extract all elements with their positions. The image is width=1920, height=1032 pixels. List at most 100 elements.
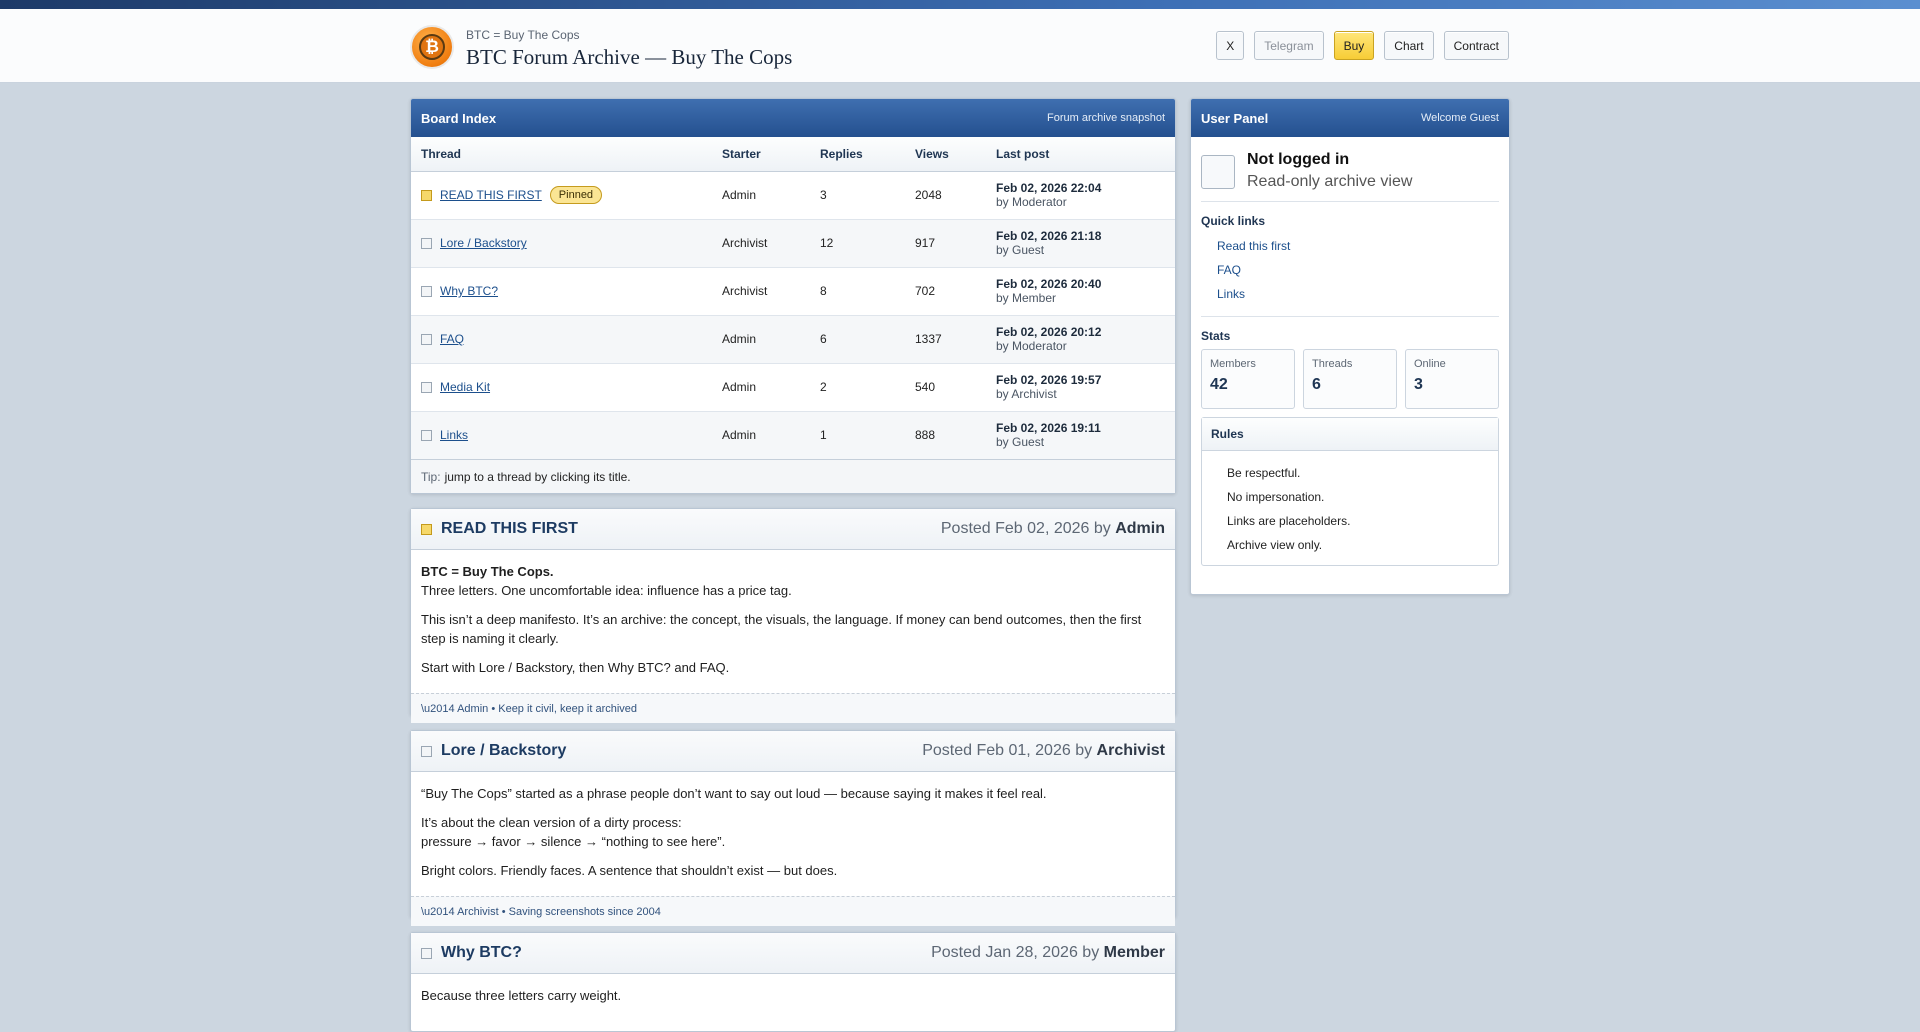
thread-link[interactable]: Links bbox=[440, 428, 468, 442]
thread-views: 540 bbox=[905, 363, 986, 412]
quick-link-links[interactable]: Links bbox=[1217, 287, 1245, 301]
post-author[interactable]: Member bbox=[1104, 944, 1165, 961]
thread-replies: 8 bbox=[810, 267, 905, 316]
telegram-button[interactable]: Telegram bbox=[1254, 31, 1324, 60]
rules-box: Rules Be respectful. No impersonation. L… bbox=[1201, 417, 1499, 566]
stat-value: 42 bbox=[1210, 376, 1228, 393]
col-thread: Thread bbox=[411, 137, 712, 172]
site-header: ₿ BTC = Buy The Cops BTC Forum Archive —… bbox=[0, 9, 1920, 83]
post-why-btc: Why BTC? Posted Jan 28, 2026 by Member B… bbox=[410, 932, 1176, 1032]
post-header: READ THIS FIRST Posted Feb 02, 2026 by A… bbox=[411, 509, 1175, 550]
stat-online: Online 3 bbox=[1405, 349, 1499, 409]
thread-link[interactable]: Why BTC? bbox=[440, 284, 498, 298]
last-post-author: by Moderator bbox=[996, 339, 1067, 353]
post-line: It’s about the clean version of a dirty … bbox=[421, 815, 682, 830]
thread-link[interactable]: READ THIS FIRST bbox=[440, 188, 542, 202]
thread-replies: 2 bbox=[810, 363, 905, 412]
board-index-panel: Board Index Forum archive snapshot Threa… bbox=[410, 98, 1176, 494]
post-meta: Posted Jan 28, 2026 by Member bbox=[931, 944, 1165, 962]
view-mode-text: Read-only archive view bbox=[1247, 173, 1413, 190]
rule-item: Be respectful. bbox=[1227, 466, 1301, 480]
post-paragraph: “Buy The Cops” started as a phrase peopl… bbox=[421, 786, 1047, 801]
post-paragraph: Start with Lore / Backstory, then Why BT… bbox=[421, 660, 730, 675]
last-post-author: by Moderator bbox=[996, 195, 1067, 209]
thread-link[interactable]: FAQ bbox=[440, 332, 464, 346]
quick-links-heading: Quick links bbox=[1201, 214, 1266, 228]
post-lore-backstory: Lore / Backstory Posted Feb 01, 2026 by … bbox=[410, 730, 1176, 926]
thread-icon bbox=[421, 381, 432, 393]
post-date: Posted Feb 02, 2026 by bbox=[940, 520, 1116, 537]
post-body: BTC = Buy The Cops. Three letters. One un… bbox=[411, 550, 1175, 693]
post-read-this-first: READ THIS FIRST Posted Feb 02, 2026 by A… bbox=[410, 508, 1176, 723]
last-post-date: Feb 02, 2026 20:40 bbox=[996, 277, 1102, 291]
post-title: Why BTC? bbox=[441, 944, 522, 961]
thread-icon bbox=[421, 285, 432, 297]
thread-replies: 1 bbox=[810, 411, 905, 459]
stats: Members 42 Threads 6 Online 3 bbox=[1201, 349, 1499, 409]
col-starter: Starter bbox=[712, 137, 810, 172]
buy-button[interactable]: Buy bbox=[1333, 31, 1375, 60]
login-status: Not logged in Read-only archive view bbox=[1201, 147, 1499, 202]
last-post-author: by Guest bbox=[996, 435, 1045, 450]
x-button[interactable]: X bbox=[1216, 31, 1245, 60]
thread-icon bbox=[421, 429, 432, 441]
post-paragraph: Bright colors. Friendly faces. A sentenc… bbox=[421, 863, 838, 878]
post-line: Three letters. One uncomfortable idea: i… bbox=[421, 583, 792, 598]
thread-starter: Admin bbox=[712, 315, 810, 364]
thread-link[interactable]: Lore / Backstory bbox=[440, 236, 527, 250]
last-post-date: Feb 02, 2026 22:04 bbox=[996, 181, 1102, 195]
pinned-thread-icon bbox=[421, 523, 432, 535]
avatar bbox=[1201, 155, 1235, 189]
table-row: READ THIS FIRST Pinned Admin 3 2048 Feb 0… bbox=[411, 171, 1175, 220]
post-paragraph: Because three letters carry weight. bbox=[421, 988, 622, 1003]
post-author[interactable]: Archivist bbox=[1097, 742, 1165, 759]
chart-button[interactable]: Chart bbox=[1384, 31, 1434, 60]
contract-button[interactable]: Contract bbox=[1443, 31, 1509, 60]
thread-starter: Admin bbox=[712, 171, 810, 220]
thread-icon bbox=[421, 237, 432, 249]
header-nav: X Telegram Buy Chart Contract bbox=[1216, 31, 1509, 60]
post-signature: \u2014 Admin • Keep it civil, keep it ar… bbox=[411, 693, 1175, 723]
stat-label: Threads bbox=[1312, 358, 1353, 370]
quick-link-read-this-first[interactable]: Read this first bbox=[1217, 239, 1290, 253]
thread-views: 888 bbox=[905, 411, 986, 459]
user-panel-title: User Panel bbox=[1201, 110, 1269, 126]
rule-item: Archive view only. bbox=[1227, 538, 1323, 552]
post-paragraph: This isn’t a deep manifesto. It’s an arc… bbox=[421, 612, 1142, 646]
post-title: Lore / Backstory bbox=[441, 742, 567, 759]
tip-text: jump to a thread by clicking its title. bbox=[444, 469, 631, 484]
post-lead: BTC = Buy The Cops. bbox=[421, 564, 554, 579]
board-index-title: Board Index bbox=[421, 110, 497, 126]
post-line: pressure → favor → silence → “nothing to… bbox=[421, 834, 726, 849]
rules-heading: Rules bbox=[1202, 418, 1498, 451]
board-index-note: Forum archive snapshot bbox=[1047, 112, 1165, 124]
stat-value: 3 bbox=[1414, 376, 1423, 393]
bitcoin-logo-icon[interactable]: ₿ bbox=[410, 25, 454, 69]
thread-replies: 6 bbox=[810, 315, 905, 364]
thread-table: Thread Starter Replies Views Last post R… bbox=[411, 137, 1175, 459]
site-title: BTC Forum Archive — Buy The Cops bbox=[466, 45, 793, 69]
thread-icon bbox=[421, 333, 432, 345]
thread-starter: Archivist bbox=[712, 267, 810, 316]
post-meta: Posted Feb 02, 2026 by Admin bbox=[941, 520, 1165, 538]
post-body: Because three letters carry weight. bbox=[411, 974, 1175, 1021]
pinned-badge: Pinned bbox=[549, 186, 603, 204]
stats-heading: Stats bbox=[1201, 329, 1231, 343]
thread-link[interactable]: Media Kit bbox=[440, 380, 490, 394]
stat-threads: Threads 6 bbox=[1303, 349, 1397, 409]
table-row: Media Kit Admin 2 540 Feb 02, 2026 19:57… bbox=[411, 363, 1175, 412]
quick-link-faq[interactable]: FAQ bbox=[1217, 263, 1241, 277]
table-row: Lore / Backstory Archivist 12 917 Feb 02… bbox=[411, 219, 1175, 268]
post-meta: Posted Feb 01, 2026 by Archivist bbox=[922, 742, 1165, 760]
last-post-date: Feb 02, 2026 19:57 bbox=[996, 373, 1102, 387]
rule-item: Links are placeholders. bbox=[1227, 514, 1351, 528]
rule-item: No impersonation. bbox=[1227, 490, 1325, 504]
col-views: Views bbox=[905, 137, 986, 172]
top-accent-bar bbox=[0, 0, 1920, 9]
post-author[interactable]: Admin bbox=[1115, 520, 1165, 537]
thread-replies: 12 bbox=[810, 219, 905, 268]
thread-icon bbox=[421, 745, 432, 757]
stat-value: 6 bbox=[1312, 376, 1321, 393]
last-post-author: by Archivist bbox=[996, 387, 1057, 401]
stat-label: Online bbox=[1414, 358, 1446, 370]
